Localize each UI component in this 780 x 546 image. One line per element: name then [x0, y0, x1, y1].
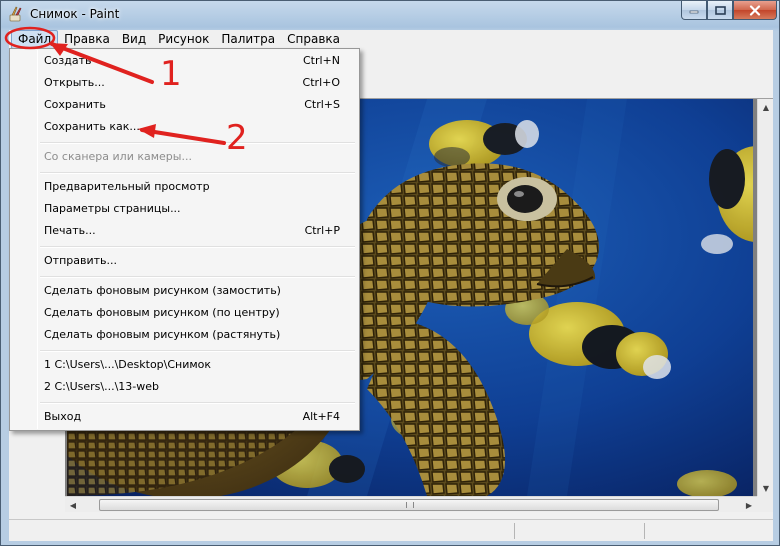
menu-item-save-as[interactable]: Сохранить как... — [12, 117, 357, 137]
menu-item-label: Открыть... — [44, 76, 105, 89]
scroll-up-arrow-icon[interactable]: ▲ — [758, 99, 774, 115]
menu-item-create[interactable]: Создать Ctrl+N — [12, 51, 357, 71]
menu-help[interactable]: Справка — [281, 30, 346, 49]
maximize-button[interactable] — [707, 1, 733, 20]
annotation-marker-2: 2 — [226, 118, 248, 158]
menu-item-recent-1[interactable]: 1 C:\Users\...\Desktop\Снимок — [12, 355, 357, 375]
file-menu-dropdown: Создать Ctrl+N Открыть... Ctrl+O Сохрани… — [9, 48, 360, 431]
menu-item-shortcut: Ctrl+O — [302, 76, 340, 89]
annotation-marker-1: 1 — [160, 54, 182, 94]
menu-item-wallpaper-center[interactable]: Сделать фоновым рисунком (по центру) — [12, 303, 357, 323]
menu-separator — [40, 402, 355, 404]
menu-item-label: 2 C:\Users\...\13-web — [44, 380, 160, 393]
scrollbar-corner — [757, 496, 773, 512]
vertical-scrollbar[interactable]: ▲ ▼ — [757, 99, 773, 496]
menu-item-label: Со сканера или камеры... — [44, 150, 192, 163]
menu-item-shortcut: Ctrl+P — [304, 224, 340, 237]
menu-item-label: Сохранить как... — [44, 120, 140, 133]
menu-view[interactable]: Вид — [116, 30, 152, 49]
scroll-right-arrow-icon[interactable]: ▶ — [741, 497, 757, 513]
menu-item-print[interactable]: Печать... Ctrl+P — [12, 221, 357, 241]
menu-item-label: Сделать фоновым рисунком (замостить) — [44, 284, 281, 297]
horizontal-scrollbar[interactable]: ◀ ▶ — [65, 496, 757, 512]
menu-separator — [40, 172, 355, 174]
menu-item-from-scanner: Со сканера или камеры... — [12, 147, 357, 167]
menu-item-label: Сделать фоновым рисунком (по центру) — [44, 306, 280, 319]
menu-item-recent-2[interactable]: 2 C:\Users\...\13-web — [12, 377, 357, 397]
window-title: Снимок - Paint — [30, 7, 120, 21]
menu-image[interactable]: Рисунок — [152, 30, 215, 49]
menu-item-send[interactable]: Отправить... — [12, 251, 357, 271]
menu-item-wallpaper-tile[interactable]: Сделать фоновым рисунком (замостить) — [12, 281, 357, 301]
status-divider — [644, 523, 645, 539]
status-bar — [9, 519, 773, 541]
menu-item-label: Отправить... — [44, 254, 117, 267]
menu-item-label: Выход — [44, 410, 82, 423]
caption-buttons — [681, 1, 777, 20]
menu-item-shortcut: Ctrl+S — [304, 98, 340, 111]
menu-item-shortcut: Ctrl+N — [302, 54, 340, 67]
menu-separator — [40, 276, 355, 278]
title-bar[interactable]: Снимок - Paint — [1, 1, 780, 29]
menu-item-save[interactable]: Сохранить Ctrl+S — [12, 95, 357, 115]
paint-app-icon[interactable] — [8, 6, 24, 22]
minimize-button[interactable] — [681, 1, 707, 20]
menu-item-label: Параметры страницы... — [44, 202, 181, 215]
menu-separator — [40, 350, 355, 352]
menu-item-label: Предварительный просмотр — [44, 180, 210, 193]
menu-item-shortcut: Alt+F4 — [302, 410, 340, 423]
menu-item-label: Печать... — [44, 224, 96, 237]
menu-bar: Файл Правка Вид Рисунок Палитра Справка — [9, 30, 773, 49]
scroll-down-arrow-icon[interactable]: ▼ — [758, 480, 774, 496]
menu-separator — [40, 142, 355, 144]
thumb-grip-icon — [406, 502, 414, 508]
menu-item-label: Сделать фоновым рисунком (растянуть) — [44, 328, 281, 341]
maximize-icon — [714, 5, 726, 15]
close-icon — [749, 4, 761, 16]
menu-item-open[interactable]: Открыть... Ctrl+O — [12, 73, 357, 93]
menu-item-exit[interactable]: Выход Alt+F4 — [12, 407, 357, 427]
minimize-icon — [689, 10, 699, 14]
close-button[interactable] — [733, 1, 777, 20]
menu-item-wallpaper-stretch[interactable]: Сделать фоновым рисунком (растянуть) — [12, 325, 357, 345]
menu-edit[interactable]: Правка — [58, 30, 116, 49]
menu-colors[interactable]: Палитра — [215, 30, 281, 49]
menu-item-page-setup[interactable]: Параметры страницы... — [12, 199, 357, 219]
menu-file[interactable]: Файл — [11, 30, 59, 49]
scroll-left-arrow-icon[interactable]: ◀ — [65, 497, 81, 513]
menu-item-label: Создать — [44, 54, 92, 67]
menu-item-print-preview[interactable]: Предварительный просмотр — [12, 177, 357, 197]
menu-separator — [40, 246, 355, 248]
menu-item-label: Сохранить — [44, 98, 106, 111]
menu-item-label: 1 C:\Users\...\Desktop\Снимок — [44, 358, 212, 371]
horizontal-scroll-thumb[interactable] — [99, 499, 719, 511]
status-divider — [514, 523, 515, 539]
